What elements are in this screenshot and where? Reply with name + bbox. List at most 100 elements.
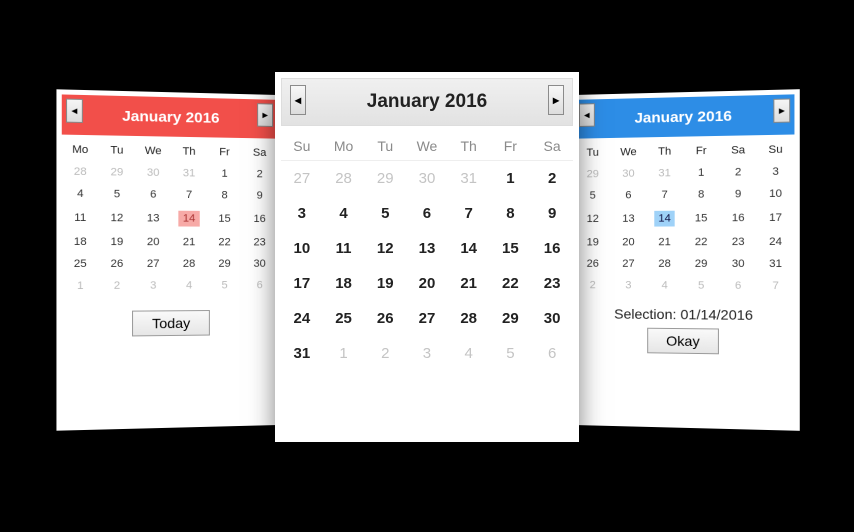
day-cell[interactable]: 10: [281, 231, 323, 266]
day-cell[interactable]: 29: [364, 161, 406, 197]
prev-month-button[interactable]: ◂: [579, 103, 595, 127]
day-cell[interactable]: 2: [242, 163, 277, 185]
day-cell[interactable]: 5: [683, 275, 720, 297]
day-cell[interactable]: 1: [490, 161, 532, 197]
day-cell[interactable]: 4: [323, 196, 365, 231]
day-cell[interactable]: 16: [720, 205, 757, 231]
day-cell[interactable]: 21: [171, 231, 207, 253]
day-cell[interactable]: 29: [99, 161, 135, 183]
day-cell[interactable]: 28: [323, 161, 365, 197]
day-cell[interactable]: 2: [720, 161, 757, 183]
okay-button[interactable]: Okay: [647, 328, 719, 355]
prev-month-button[interactable]: ◂: [66, 99, 83, 123]
day-cell[interactable]: 31: [281, 336, 323, 371]
day-cell[interactable]: 30: [720, 253, 757, 275]
day-cell[interactable]: 10: [757, 183, 795, 205]
day-cell[interactable]: 1: [207, 163, 242, 185]
day-cell[interactable]: 20: [406, 266, 448, 301]
day-cell[interactable]: 13: [611, 206, 647, 232]
day-cell[interactable]: 20: [611, 232, 647, 254]
day-cell[interactable]: 6: [135, 184, 171, 206]
day-cell[interactable]: 3: [281, 196, 323, 231]
day-cell[interactable]: 6: [611, 184, 647, 206]
day-cell[interactable]: 16: [242, 206, 277, 232]
day-cell[interactable]: 16: [531, 231, 573, 266]
day-cell[interactable]: 1: [62, 275, 99, 297]
day-cell[interactable]: 5: [99, 183, 135, 205]
day-cell[interactable]: 20: [135, 231, 171, 253]
day-cell[interactable]: 5: [364, 196, 406, 231]
day-cell[interactable]: 4: [448, 336, 490, 371]
day-cell[interactable]: 21: [646, 231, 682, 253]
day-cell[interactable]: 26: [99, 253, 135, 275]
day-cell[interactable]: 19: [575, 232, 611, 254]
day-cell[interactable]: 1: [683, 162, 720, 184]
day-cell[interactable]: 30: [242, 253, 277, 274]
day-cell[interactable]: 7: [646, 184, 682, 206]
day-cell[interactable]: 27: [135, 253, 171, 275]
day-cell[interactable]: 27: [611, 253, 647, 275]
day-cell[interactable]: 6: [531, 336, 573, 371]
day-cell[interactable]: 14: [448, 231, 490, 266]
day-cell[interactable]: 5: [207, 275, 242, 297]
day-cell[interactable]: 14: [171, 206, 207, 232]
day-cell[interactable]: 22: [490, 266, 532, 301]
day-cell[interactable]: 30: [611, 163, 647, 185]
day-cell[interactable]: 23: [531, 266, 573, 301]
day-cell[interactable]: 1: [323, 336, 365, 371]
day-cell[interactable]: 7: [448, 196, 490, 231]
day-cell[interactable]: 22: [207, 232, 242, 254]
day-cell[interactable]: 31: [646, 162, 682, 184]
day-cell[interactable]: 29: [683, 253, 720, 275]
day-cell[interactable]: 31: [171, 162, 207, 184]
day-cell[interactable]: 7: [171, 184, 207, 206]
day-cell[interactable]: 3: [135, 275, 171, 297]
day-cell[interactable]: 25: [323, 301, 365, 336]
day-cell[interactable]: 13: [135, 205, 171, 231]
day-cell[interactable]: 28: [171, 253, 207, 275]
day-cell[interactable]: 6: [242, 275, 277, 297]
day-cell[interactable]: 30: [406, 161, 448, 197]
day-cell[interactable]: 23: [242, 232, 277, 254]
day-cell[interactable]: 26: [575, 253, 611, 274]
day-cell[interactable]: 30: [531, 301, 573, 336]
day-cell[interactable]: 22: [683, 231, 720, 253]
day-cell[interactable]: 4: [171, 275, 207, 297]
day-cell[interactable]: 11: [62, 205, 99, 231]
day-cell[interactable]: 31: [448, 161, 490, 197]
today-button[interactable]: Today: [132, 310, 209, 336]
day-cell[interactable]: 28: [62, 161, 99, 184]
day-cell[interactable]: 28: [646, 253, 682, 275]
day-cell[interactable]: 3: [406, 336, 448, 371]
day-cell[interactable]: 5: [490, 336, 532, 371]
day-cell[interactable]: 28: [448, 301, 490, 336]
next-month-button[interactable]: ▸: [257, 103, 273, 127]
day-cell[interactable]: 19: [364, 266, 406, 301]
day-cell[interactable]: 5: [575, 185, 611, 207]
day-cell[interactable]: 2: [99, 275, 135, 297]
day-cell[interactable]: 30: [135, 162, 171, 184]
day-cell[interactable]: 6: [406, 196, 448, 231]
day-cell[interactable]: 23: [720, 231, 757, 253]
day-cell[interactable]: 29: [575, 163, 611, 185]
day-cell[interactable]: 8: [683, 184, 720, 206]
prev-month-button[interactable]: ◂: [290, 85, 306, 115]
day-cell[interactable]: 4: [62, 183, 99, 205]
day-cell[interactable]: 11: [323, 231, 365, 266]
day-cell[interactable]: 13: [406, 231, 448, 266]
day-cell[interactable]: 2: [531, 161, 573, 197]
day-cell[interactable]: 17: [281, 266, 323, 301]
day-cell[interactable]: 8: [490, 196, 532, 231]
day-cell[interactable]: 12: [99, 205, 135, 231]
day-cell[interactable]: 29: [207, 253, 242, 275]
day-cell[interactable]: 9: [531, 196, 573, 231]
day-cell[interactable]: 24: [281, 301, 323, 336]
day-cell[interactable]: 12: [364, 231, 406, 266]
day-cell[interactable]: 9: [242, 185, 277, 207]
day-cell[interactable]: 7: [757, 275, 795, 297]
day-cell[interactable]: 21: [448, 266, 490, 301]
day-cell[interactable]: 27: [406, 301, 448, 336]
day-cell[interactable]: 2: [364, 336, 406, 371]
day-cell[interactable]: 14: [646, 206, 682, 232]
day-cell[interactable]: 31: [757, 253, 795, 275]
